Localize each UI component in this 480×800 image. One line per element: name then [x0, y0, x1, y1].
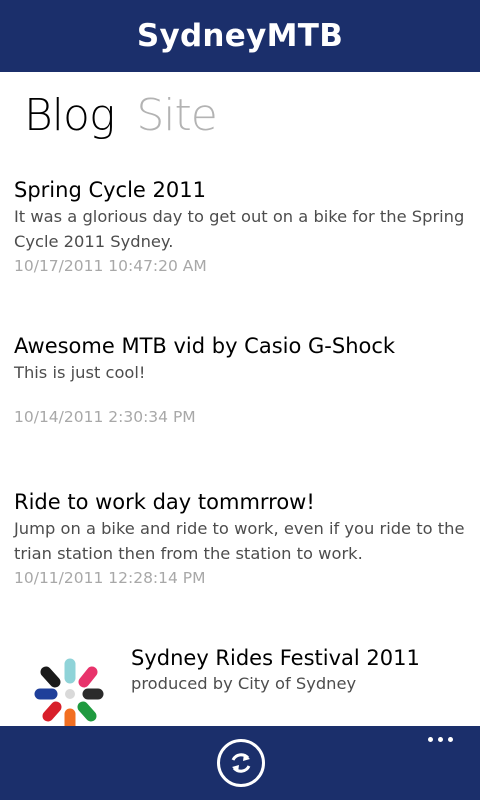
promo-item[interactable]: Sydney Rides Festival 2011 produced by C…: [28, 640, 468, 732]
app-title: SydneyMTB: [136, 18, 344, 54]
post-date: 10/17/2011 10:47:20 AM: [14, 257, 207, 275]
pivot-header: Blog Site: [24, 84, 218, 144]
pivot-tab-site[interactable]: Site: [136, 88, 217, 144]
refresh-icon: [231, 753, 251, 773]
city-of-sydney-logo-icon: [34, 658, 104, 732]
ellipsis-icon: [447, 736, 453, 742]
post-date: 10/14/2011 2:30:34 PM: [14, 408, 196, 426]
promo-title: Sydney Rides Festival 2011: [131, 646, 420, 670]
application-bar: [0, 726, 480, 800]
post-body: This is just cool!: [14, 363, 146, 382]
blog-post-item[interactable]: Spring Cycle 2011 It was a glorious day …: [14, 176, 470, 278]
blog-post-item[interactable]: Awesome MTB vid by Casio G-Shock This is…: [14, 332, 470, 429]
blog-post-item[interactable]: Ride to work day tommrrow! Jump on a bik…: [14, 488, 470, 590]
promo-subtitle: produced by City of Sydney: [131, 674, 357, 693]
more-options-button[interactable]: [424, 732, 456, 746]
ellipsis-icon: [437, 736, 443, 742]
post-date: 10/11/2011 12:28:14 PM: [14, 569, 206, 587]
post-title: Ride to work day tommrrow!: [14, 490, 315, 514]
ellipsis-icon: [427, 736, 433, 742]
title-bar: SydneyMTB: [0, 0, 480, 72]
post-title: Spring Cycle 2011: [14, 178, 206, 202]
refresh-button[interactable]: [217, 739, 265, 787]
post-body: It was a glorious day to get out on a bi…: [14, 207, 465, 251]
post-title: Awesome MTB vid by Casio G-Shock: [14, 334, 396, 358]
post-body: Jump on a bike and ride to work, even if…: [14, 519, 465, 563]
pivot-tab-blog[interactable]: Blog: [24, 88, 115, 144]
app-screen: SydneyMTB Blog Site Spring Cycle 2011 It…: [0, 0, 480, 800]
